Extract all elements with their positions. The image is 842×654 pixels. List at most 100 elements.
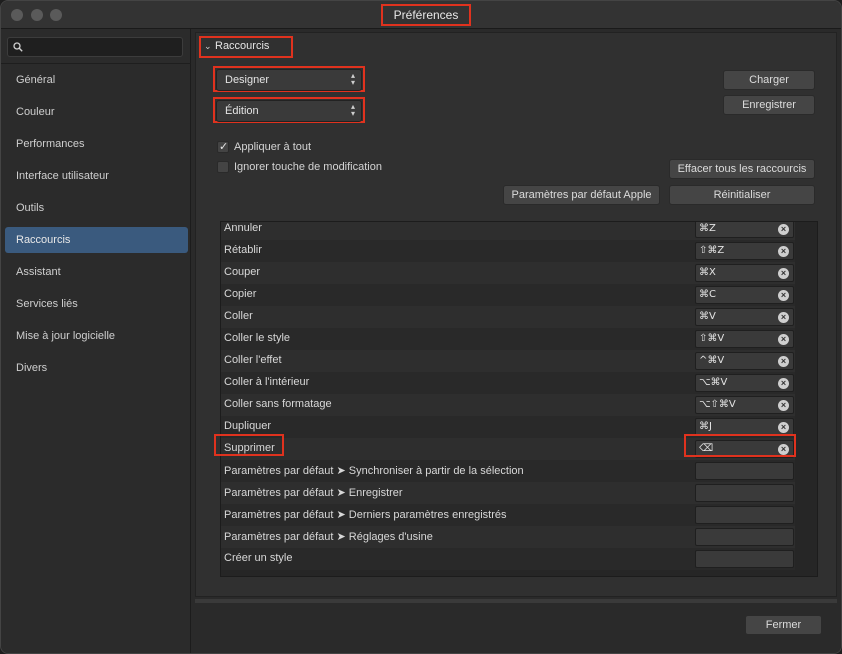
shortcut-name: Paramètres par défaut ➤ Enregistrer — [224, 487, 403, 499]
shortcut-key-value: ^⌘V — [699, 355, 725, 366]
category-select-value: Édition — [225, 105, 259, 117]
shortcut-name: Couper — [224, 266, 261, 278]
table-row[interactable]: Coller ⌘V × — [221, 306, 817, 328]
checkmark-icon: ✓ — [219, 141, 229, 153]
highlight-box — [684, 434, 796, 457]
sidebar-item-color[interactable]: Couleur — [5, 99, 188, 125]
shortcut-key-field[interactable]: ⌥⌘V × — [695, 374, 794, 392]
table-row[interactable]: Créer un style — [221, 548, 817, 570]
shortcut-key-value: ⇧⌘V — [699, 333, 725, 344]
search-icon — [13, 42, 23, 52]
shortcut-key-field[interactable] — [695, 484, 794, 502]
sidebar-item-software-update[interactable]: Mise à jour logicielle — [5, 323, 188, 349]
main-panel: ⌄ Raccourcis Designer ▴ ▾ Édition ▴ ▾ Char… — [192, 29, 841, 653]
shortcut-key-field[interactable] — [695, 506, 794, 524]
clear-shortcut-icon[interactable]: × — [778, 422, 789, 433]
shortcut-name: Annuler — [224, 222, 262, 234]
sidebar-item-linked-services[interactable]: Services liés — [5, 291, 188, 317]
shortcut-key-field[interactable] — [695, 528, 794, 546]
section-divider — [195, 599, 837, 603]
footer: Fermer — [192, 606, 841, 653]
select-arrows-icon: ▴ ▾ — [350, 102, 355, 118]
sidebar-item-user-interface[interactable]: Interface utilisateur — [5, 163, 188, 189]
sidebar-item-shortcuts[interactable]: Raccourcis — [5, 227, 188, 253]
reset-button[interactable]: Réinitialiser — [669, 185, 815, 205]
shortcut-key-field[interactable] — [695, 550, 794, 568]
table-row[interactable]: Paramètres par défaut ➤ Enregistrer — [221, 482, 817, 504]
sidebar-item-tools[interactable]: Outils — [5, 195, 188, 221]
zoom-window-button[interactable] — [50, 9, 62, 21]
clear-shortcut-icon[interactable]: × — [778, 246, 789, 257]
window-title: Préférences — [381, 4, 471, 26]
shortcut-key-field[interactable]: ⇧⌘V × — [695, 330, 794, 348]
table-row[interactable]: Coller sans formatage ⌥⇧⌘V × — [221, 394, 817, 416]
shortcut-key-field[interactable]: ⌘X × — [695, 264, 794, 282]
shortcut-key-value: ⌘J — [699, 421, 712, 432]
preferences-window: Préférences Général Couleur Performances… — [0, 0, 842, 654]
table-row[interactable]: Coller le style ⇧⌘V × — [221, 328, 817, 350]
clear-shortcut-icon[interactable]: × — [778, 378, 789, 389]
clear-shortcut-icon[interactable]: × — [778, 290, 789, 301]
clear-shortcut-icon[interactable]: × — [778, 334, 789, 345]
search-input[interactable] — [7, 37, 183, 57]
chevron-down-icon: ⌄ — [204, 41, 212, 51]
title-bar: Préférences — [1, 1, 841, 29]
table-row[interactable]: Paramètres par défaut ➤ Synchroniser à p… — [221, 460, 817, 482]
section-title: Raccourcis — [215, 40, 270, 52]
ignore-modifier-label: Ignorer touche de modification — [234, 161, 382, 173]
table-scrollbar[interactable] — [795, 222, 817, 576]
shortcut-key-value: ⌘V — [699, 311, 716, 322]
shortcut-name: Créer un style — [224, 552, 293, 564]
sidebar-item-assistant[interactable]: Assistant — [5, 259, 188, 285]
shortcut-key-value: ⌘Z — [699, 223, 716, 234]
shortcut-name: Coller — [224, 310, 253, 322]
clear-shortcut-icon[interactable]: × — [778, 400, 789, 411]
app-select-value: Designer — [225, 74, 270, 86]
sidebar-item-misc[interactable]: Divers — [5, 355, 188, 381]
shortcut-key-field[interactable]: ⇧⌘Z × — [695, 242, 794, 260]
shortcuts-table: Annuler ⌘Z × Rétablir ⇧⌘Z × Couper ⌘X × … — [220, 221, 818, 577]
shortcut-key-value: ⇧⌘Z — [699, 245, 725, 256]
sidebar-divider — [1, 63, 191, 64]
highlight-box — [214, 434, 284, 456]
table-row[interactable]: Rétablir ⇧⌘Z × — [221, 240, 817, 262]
sidebar-item-performance[interactable]: Performances — [5, 131, 188, 157]
shortcut-key-field[interactable]: ⌘V × — [695, 308, 794, 326]
table-row[interactable]: Paramètres par défaut ➤ Derniers paramèt… — [221, 504, 817, 526]
ignore-modifier-checkbox[interactable] — [217, 161, 229, 173]
sidebar: Général Couleur Performances Interface u… — [1, 29, 191, 653]
shortcut-name: Copier — [224, 288, 257, 300]
shortcut-name: Coller sans formatage — [224, 398, 332, 410]
clear-shortcut-icon[interactable]: × — [778, 224, 789, 235]
table-row[interactable]: Coller l'effet ^⌘V × — [221, 350, 817, 372]
clear-shortcut-icon[interactable]: × — [778, 356, 789, 367]
category-select[interactable]: Édition ▴ ▾ — [216, 100, 362, 122]
apply-all-checkbox[interactable]: ✓ — [217, 141, 229, 153]
load-button[interactable]: Charger — [723, 70, 815, 90]
close-window-button[interactable] — [11, 9, 23, 21]
shortcut-name: Coller l'effet — [224, 354, 282, 366]
clear-shortcut-icon[interactable]: × — [778, 268, 789, 279]
shortcut-name: Paramètres par défaut ➤ Derniers paramèt… — [224, 509, 507, 521]
shortcut-name: Coller à l'intérieur — [224, 376, 310, 388]
table-row[interactable]: Paramètres par défaut ➤ Réglages d'usine — [221, 526, 817, 548]
shortcuts-section-header[interactable]: ⌄ Raccourcis — [199, 36, 293, 58]
table-row[interactable]: Couper ⌘X × — [221, 262, 817, 284]
shortcut-key-field[interactable]: ⌘C × — [695, 286, 794, 304]
table-row[interactable]: Copier ⌘C × — [221, 284, 817, 306]
app-select[interactable]: Designer ▴ ▾ — [216, 69, 362, 91]
clear-shortcut-icon[interactable]: × — [778, 312, 789, 323]
minimize-window-button[interactable] — [31, 9, 43, 21]
table-row[interactable]: Annuler ⌘Z × — [221, 222, 817, 240]
shortcut-key-field[interactable]: ⌘Z × — [695, 222, 794, 238]
sidebar-item-general[interactable]: Général — [5, 67, 188, 93]
shortcut-key-field[interactable] — [695, 462, 794, 480]
close-button[interactable]: Fermer — [745, 615, 822, 635]
clear-all-shortcuts-button[interactable]: Effacer tous les raccourcis — [669, 159, 815, 179]
apple-defaults-button[interactable]: Paramètres par défaut Apple — [503, 185, 660, 205]
shortcut-key-field[interactable]: ⌥⇧⌘V × — [695, 396, 794, 414]
shortcut-key-value: ⌘C — [699, 289, 716, 300]
shortcut-key-field[interactable]: ^⌘V × — [695, 352, 794, 370]
table-row[interactable]: Coller à l'intérieur ⌥⌘V × — [221, 372, 817, 394]
save-button[interactable]: Enregistrer — [723, 95, 815, 115]
